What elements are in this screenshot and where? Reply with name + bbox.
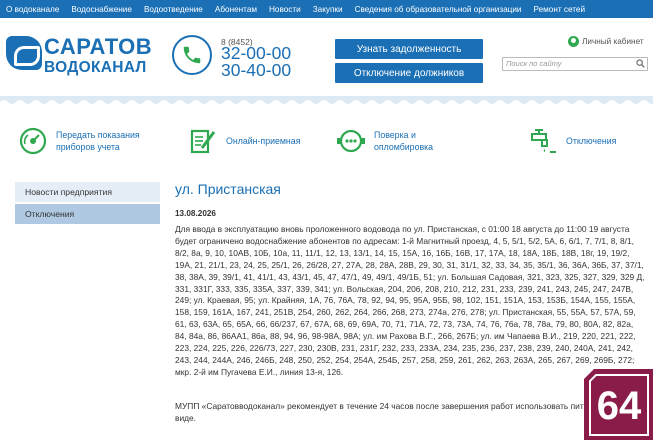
sidebar-item-disconnections[interactable]: Отключения bbox=[15, 204, 160, 224]
page-title: ул. Пристанская bbox=[175, 181, 281, 197]
site-logo[interactable]: САРАТОВ ВОДОКАНАЛ bbox=[6, 34, 158, 78]
service-meter-label-1: Передать показания bbox=[56, 130, 140, 140]
service-disconnections[interactable]: Отключения bbox=[528, 126, 616, 156]
debtor-disconnect-button[interactable]: Отключение должников bbox=[335, 63, 483, 83]
document-pen-icon bbox=[190, 129, 216, 154]
check-debt-button[interactable]: Узнать задолженность bbox=[335, 39, 483, 59]
nav-item-water-supply[interactable]: Водоснабжение bbox=[71, 5, 132, 14]
sidebar: Новости предприятия Отключения bbox=[15, 182, 160, 224]
article-note: МУПП «Саратовводоканал» рекомендует в те… bbox=[175, 401, 628, 423]
logo-subtitle: ВОДОКАНАЛ bbox=[44, 59, 147, 76]
service-verification-label-2: опломбировка bbox=[374, 142, 434, 152]
faucet-icon bbox=[531, 129, 556, 153]
service-verification[interactable]: Поверка и опломбировка bbox=[336, 126, 433, 156]
meter-gauge-icon bbox=[19, 127, 47, 155]
search-placeholder: Поиск по сайту bbox=[506, 59, 562, 68]
wave-divider bbox=[0, 96, 653, 106]
top-navigation: О водоканале Водоснабжение Водоотведение… bbox=[0, 0, 653, 18]
nav-item-subscribers[interactable]: Абонентам bbox=[215, 5, 257, 14]
nav-item-about[interactable]: О водоканале bbox=[6, 5, 59, 14]
logo-mark-icon bbox=[6, 36, 42, 70]
nav-item-purchases[interactable]: Закупки bbox=[313, 5, 343, 14]
user-icon bbox=[568, 36, 579, 47]
phone-icon bbox=[172, 35, 212, 75]
service-online-reception[interactable]: Онлайн-приемная bbox=[188, 126, 300, 156]
service-meter-label-2: приборов учета bbox=[56, 142, 120, 152]
service-meter-readings[interactable]: Передать показания приборов учета bbox=[18, 126, 140, 156]
region-64-badge-icon: 64 bbox=[584, 369, 653, 440]
nav-item-news[interactable]: Новости bbox=[269, 5, 301, 14]
service-verification-label-1: Поверка и bbox=[374, 130, 416, 140]
phone-number-2[interactable]: 30-40-00 bbox=[221, 60, 291, 81]
logo-title: САРАТОВ bbox=[44, 34, 153, 59]
badge-text: 64 bbox=[597, 384, 642, 428]
services-bar: Передать показания приборов учета Онлайн… bbox=[0, 106, 653, 176]
service-disconnections-label: Отключения bbox=[566, 136, 617, 146]
service-online-label: Онлайн-приемная bbox=[226, 136, 301, 146]
water-meter-icon bbox=[337, 129, 365, 153]
nav-item-network-repair[interactable]: Ремонт сетей bbox=[534, 5, 586, 14]
search-input[interactable]: Поиск по сайту bbox=[502, 57, 648, 71]
article-body: Для ввода в эксплуатацию вновь проложенн… bbox=[175, 224, 645, 377]
site-header: САРАТОВ ВОДОКАНАЛ 8 (8452) 32-00-00 30-4… bbox=[0, 18, 653, 96]
nav-item-education-info[interactable]: Сведения об образовательной организации bbox=[355, 5, 522, 14]
sidebar-item-company-news[interactable]: Новости предприятия bbox=[15, 182, 160, 202]
search-icon[interactable] bbox=[636, 59, 645, 68]
personal-cabinet-label: Личный кабинет bbox=[582, 37, 644, 46]
personal-cabinet-link[interactable]: Личный кабинет bbox=[568, 36, 644, 47]
article-date: 13.08.2026 bbox=[175, 209, 216, 218]
nav-item-sewerage[interactable]: Водоотведение bbox=[144, 5, 203, 14]
